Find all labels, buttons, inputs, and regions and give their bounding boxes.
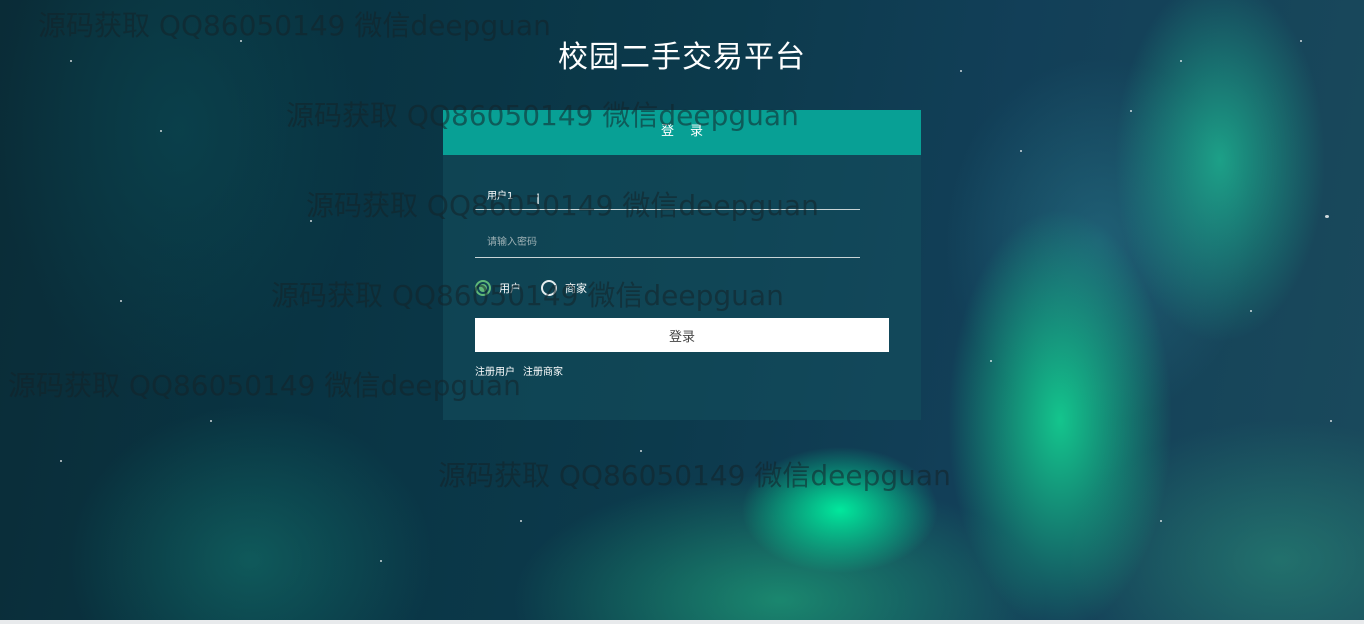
login-button[interactable]: 登录	[475, 318, 889, 352]
role-radio-label: 用户	[499, 282, 521, 295]
register-user-link[interactable]: 注册用户	[475, 367, 515, 378]
radio-checked-icon[interactable]	[475, 280, 491, 296]
role-radio-merchant[interactable]: 商家	[541, 280, 587, 296]
register-links: 注册用户 注册商家	[475, 363, 571, 378]
role-radio-group: 用户 商家	[475, 278, 607, 298]
window-bottom-edge	[0, 620, 1364, 624]
login-card-header: 登录	[443, 110, 921, 155]
register-merchant-link[interactable]: 注册商家	[523, 367, 563, 378]
password-field[interactable]	[475, 228, 860, 258]
radio-unchecked-icon[interactable]	[541, 280, 557, 296]
username-field[interactable]	[475, 180, 860, 210]
password-input[interactable]	[475, 228, 860, 256]
page-title: 校园二手交易平台	[558, 40, 806, 75]
username-input[interactable]	[475, 180, 860, 208]
text-cursor-icon: I	[536, 192, 541, 208]
login-card: 登录 I 用户 商家 登录 注册用户注册商家	[443, 110, 921, 420]
role-radio-user[interactable]: 用户	[475, 280, 521, 296]
role-radio-label: 商家	[565, 282, 587, 295]
